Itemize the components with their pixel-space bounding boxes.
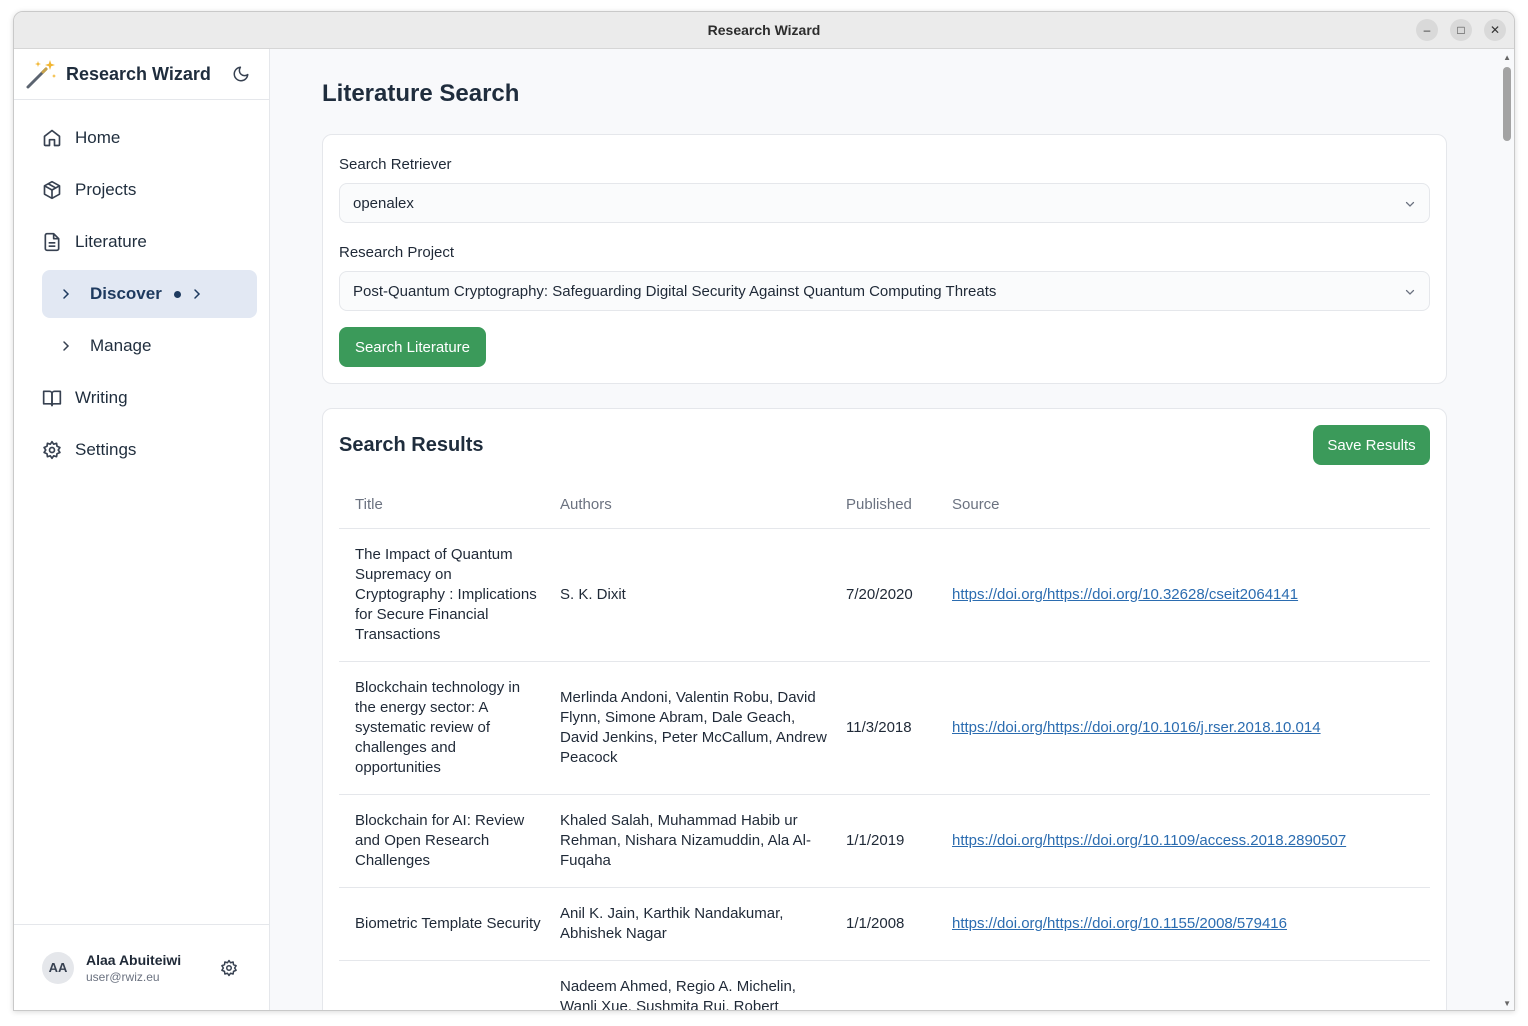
chevron-down-icon bbox=[1404, 285, 1416, 302]
app-window: Research Wizard – □ ✕ Research Wizard Ho… bbox=[13, 11, 1515, 1011]
close-icon: ✕ bbox=[1489, 23, 1501, 37]
cell-source: https://doi.org/https://doi.org/10.32628… bbox=[936, 528, 1430, 662]
table-row: Blockchain for AI: Review and Open Resea… bbox=[339, 794, 1430, 888]
sidebar: Research Wizard Home Projects Literature… bbox=[14, 49, 270, 1010]
sidebar-item-label: Manage bbox=[90, 336, 152, 355]
moon-icon[interactable] bbox=[231, 64, 251, 84]
source-link[interactable]: https://doi.org/https://doi.org/10.32628… bbox=[952, 586, 1298, 603]
nav-label: Writing bbox=[75, 388, 128, 407]
nav-label: Settings bbox=[75, 440, 137, 459]
cell-authors: Merlinda Andoni, Valentin Robu, David Fl… bbox=[544, 661, 830, 795]
title-bar: Research Wizard – □ ✕ bbox=[14, 12, 1514, 49]
cell-title: Biometric Template Security bbox=[339, 887, 544, 961]
user-info: Alaa Abuiteiwi user@rwiz.eu bbox=[86, 952, 181, 984]
cell-source: https://doi.org/https://doi.org/10.1016/… bbox=[936, 661, 1430, 795]
minimize-button[interactable]: – bbox=[1416, 19, 1438, 41]
cell-source: https://doi.org/https://doi.org/10.1109/… bbox=[936, 794, 1430, 888]
search-literature-button[interactable]: Search Literature bbox=[339, 327, 486, 367]
nav-item-literature[interactable]: Literature bbox=[42, 218, 257, 266]
minimize-icon: – bbox=[1423, 23, 1431, 37]
source-link[interactable]: https://doi.org/https://doi.org/10.1016/… bbox=[952, 719, 1321, 736]
source-link[interactable]: https://doi.org/https://doi.org/10.1155/… bbox=[952, 915, 1287, 932]
book-icon bbox=[42, 388, 62, 408]
chevron-right-icon bbox=[60, 288, 74, 300]
results-table: Title Authors Published Source The Impac… bbox=[339, 482, 1430, 1010]
home-icon bbox=[42, 128, 62, 148]
close-button[interactable]: ✕ bbox=[1484, 19, 1506, 41]
cell-authors: Anil K. Jain, Karthik Nandakumar, Abhish… bbox=[544, 887, 830, 961]
nav-item-settings[interactable]: Settings bbox=[42, 426, 257, 474]
cell-published bbox=[830, 960, 936, 1010]
chevron-right-icon bbox=[191, 288, 203, 300]
user-name: Alaa Abuiteiwi bbox=[86, 951, 182, 968]
maximize-button[interactable]: □ bbox=[1450, 19, 1472, 41]
box-icon bbox=[42, 180, 62, 200]
cell-published: 1/1/2019 bbox=[830, 794, 936, 888]
research-project-label: Research Project bbox=[339, 244, 455, 261]
cell-published: 11/3/2018 bbox=[830, 661, 936, 795]
chevron-down-icon bbox=[1404, 197, 1416, 214]
active-indicator-dot bbox=[173, 290, 181, 298]
cell-published: 1/1/2008 bbox=[830, 887, 936, 961]
settings-gear-icon[interactable] bbox=[219, 958, 239, 978]
vertical-scrollbar[interactable]: ▲ ▼ bbox=[1500, 49, 1514, 1010]
scroll-up-arrow-icon[interactable]: ▲ bbox=[1503, 53, 1511, 62]
nav-item-home[interactable]: Home bbox=[42, 114, 257, 162]
column-header-source: Source bbox=[936, 482, 1430, 529]
nav-label: Projects bbox=[75, 180, 137, 199]
cell-authors: Nadeem Ahmed, Regio A. Michelin, Wanli X… bbox=[544, 960, 830, 1010]
results-title: Search Results bbox=[339, 434, 484, 456]
research-project-value: Post-Quantum Cryptography: Safeguarding … bbox=[353, 282, 997, 300]
gear-icon bbox=[42, 440, 62, 460]
chevron-right-icon bbox=[60, 340, 74, 352]
cell-authors: S. K. Dixit bbox=[544, 528, 830, 662]
document-icon bbox=[42, 232, 62, 252]
magic-wand-icon bbox=[24, 57, 58, 91]
user-email: user@rwiz.eu bbox=[86, 969, 160, 984]
app-name: Research Wizard bbox=[66, 63, 211, 84]
scroll-down-arrow-icon[interactable]: ▼ bbox=[1503, 999, 1511, 1008]
table-row: The Impact of Quantum Supremacy on Crypt… bbox=[339, 528, 1430, 662]
sidebar-item-label: Discover bbox=[90, 284, 162, 303]
nav-label: Literature bbox=[75, 232, 147, 251]
cell-source bbox=[936, 960, 1430, 1010]
search-form-card: Search Retriever openalex Research Proje… bbox=[322, 134, 1447, 384]
maximize-icon: □ bbox=[1457, 23, 1465, 37]
cell-title bbox=[339, 960, 544, 1010]
window-controls: – □ ✕ bbox=[1416, 19, 1506, 41]
scrollbar-thumb[interactable] bbox=[1503, 67, 1511, 141]
sidebar-item-discover[interactable]: Discover bbox=[42, 270, 257, 318]
cell-title: Blockchain technology in the energy sect… bbox=[339, 661, 544, 795]
search-results-card: Search Results Save Results Title Author… bbox=[322, 408, 1447, 1010]
nav-item-projects[interactable]: Projects bbox=[42, 166, 257, 214]
brand-header: Research Wizard bbox=[14, 49, 269, 100]
main-content: Literature Search Search Retriever opena… bbox=[270, 49, 1514, 1010]
window-title: Research Wizard bbox=[707, 22, 821, 38]
column-header-published: Published bbox=[830, 482, 936, 529]
table-row: Biometric Template Security Anil K. Jain… bbox=[339, 887, 1430, 961]
search-retriever-select[interactable]: openalex bbox=[339, 183, 1430, 223]
search-retriever-label: Search Retriever bbox=[339, 156, 452, 173]
page-title: Literature Search bbox=[322, 80, 520, 107]
nav-label: Home bbox=[75, 128, 121, 147]
main-nav: Home Projects Literature Discover Manage… bbox=[14, 100, 269, 474]
cell-source: https://doi.org/https://doi.org/10.1155/… bbox=[936, 887, 1430, 961]
table-row: Nadeem Ahmed, Regio A. Michelin, Wanli X… bbox=[339, 960, 1430, 1010]
search-retriever-value: openalex bbox=[353, 194, 414, 212]
cell-title: Blockchain for AI: Review and Open Resea… bbox=[339, 794, 544, 888]
avatar[interactable]: AA bbox=[42, 951, 74, 984]
cell-title: The Impact of Quantum Supremacy on Crypt… bbox=[339, 528, 544, 662]
save-results-button[interactable]: Save Results bbox=[1313, 425, 1430, 465]
user-profile: AA Alaa Abuiteiwi user@rwiz.eu bbox=[14, 924, 269, 1010]
cell-published: 7/20/2020 bbox=[830, 528, 936, 662]
nav-item-writing[interactable]: Writing bbox=[42, 374, 257, 422]
sidebar-item-manage[interactable]: Manage bbox=[42, 322, 257, 370]
source-link[interactable]: https://doi.org/https://doi.org/10.1109/… bbox=[952, 832, 1346, 849]
table-header-row: Title Authors Published Source bbox=[339, 482, 1430, 529]
column-header-title: Title bbox=[339, 482, 544, 529]
research-project-select[interactable]: Post-Quantum Cryptography: Safeguarding … bbox=[339, 271, 1430, 311]
table-row: Blockchain technology in the energy sect… bbox=[339, 661, 1430, 795]
cell-authors: Khaled Salah, Muhammad Habib ur Rehman, … bbox=[544, 794, 830, 888]
column-header-authors: Authors bbox=[544, 482, 830, 529]
